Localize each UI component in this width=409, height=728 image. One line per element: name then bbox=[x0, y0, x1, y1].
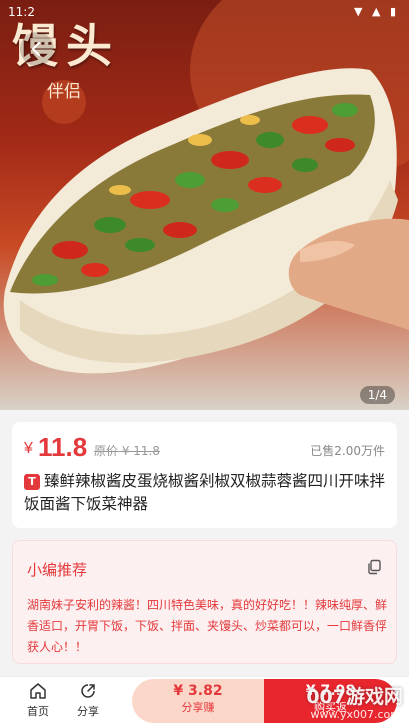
tmall-icon: T bbox=[24, 474, 40, 490]
share-earn-button[interactable]: ¥ 3.82 分享赚 bbox=[132, 679, 264, 723]
home-icon bbox=[30, 683, 46, 699]
copy-icon[interactable] bbox=[366, 559, 382, 575]
share-earn-label: 分享赚 bbox=[181, 701, 215, 714]
recommendation-title: 小编推荐 bbox=[27, 561, 88, 579]
back-button[interactable] bbox=[20, 32, 54, 66]
share-icon bbox=[81, 684, 95, 698]
watermark-url: www.yx007.com bbox=[310, 708, 401, 721]
original-price: 原价 ¥ 11.8 bbox=[94, 444, 160, 458]
nav-share[interactable]: 分享 bbox=[68, 681, 108, 719]
product-title-row: T 臻鲜辣椒酱皮蛋烧椒酱剁椒双椒蒜蓉酱四川开味拌饭面酱下饭菜神器 bbox=[24, 470, 386, 516]
current-price: 11.8 bbox=[38, 432, 88, 462]
recommendation-card: 小编推荐 湖南妹子安利的辣酱！四川特色美味，真的好好吃！！辣味纯厚、鲜香适口，开… bbox=[12, 540, 397, 664]
status-icons: ▼ ▲ ▮ bbox=[354, 5, 399, 18]
watermark-text: 007游戏网 bbox=[306, 686, 403, 708]
product-image-carousel[interactable]: 11:2 ▼ ▲ ▮ 馒头 伴侣 1/4 bbox=[0, 0, 409, 410]
chevron-left-icon bbox=[32, 42, 40, 56]
brand-badge: 伴侣 bbox=[42, 80, 86, 124]
nav-share-label: 分享 bbox=[77, 705, 99, 718]
nav-home-label: 首页 bbox=[27, 705, 49, 718]
image-page-indicator: 1/4 bbox=[359, 386, 395, 404]
sold-count: 已售2.00万件 bbox=[310, 444, 385, 458]
price-card: ¥ 11.8 原价 ¥ 11.8 已售2.00万件 T 臻鲜辣椒酱皮蛋烧椒酱剁椒双… bbox=[12, 422, 397, 528]
product-detail-page: 11:2 ▼ ▲ ▮ 馒头 伴侣 1/4 ¥ 11.8 原价 ¥ 11.8 已售… bbox=[0, 0, 409, 728]
recommendation-text: 湖南妹子安利的辣酱！四川特色美味，真的好好吃！！辣味纯厚、鲜香适口，开胃下饭，下… bbox=[27, 598, 388, 654]
nav-home[interactable]: 首页 bbox=[18, 681, 58, 719]
product-title: 臻鲜辣椒酱皮蛋烧椒酱剁椒双椒蒜蓉酱四川开味拌饭面酱下饭菜神器 bbox=[24, 472, 386, 513]
price-currency: ¥ bbox=[24, 440, 33, 457]
share-earn-amount: ¥ 3.82 bbox=[173, 683, 223, 699]
